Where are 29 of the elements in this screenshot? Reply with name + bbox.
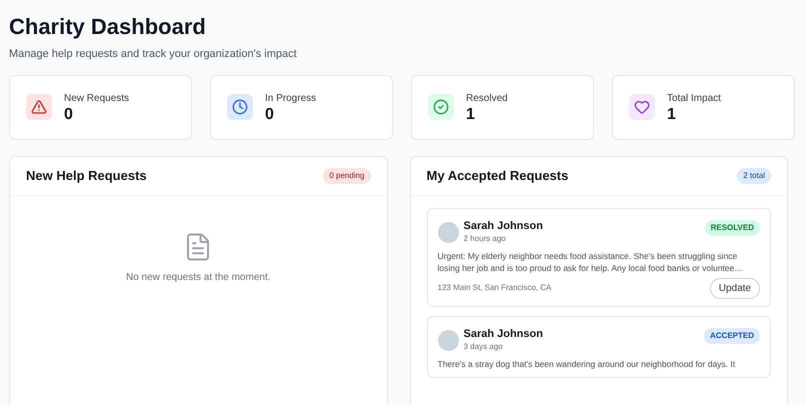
stat-value: 1 <box>667 106 677 124</box>
stat-label: Resolved <box>466 92 508 106</box>
pending-count: 0 pending <box>323 168 370 184</box>
stat-label: Total Impact <box>667 92 721 106</box>
clock-icon <box>227 94 253 120</box>
status-badge: ACCEPTED <box>704 328 760 344</box>
update-button[interactable]: Update <box>710 278 760 298</box>
requester-name: Sarah Johnson <box>464 220 543 232</box>
avatar <box>438 330 458 350</box>
avatar <box>438 222 458 242</box>
stat-value: 0 <box>64 106 74 124</box>
requester-name: Sarah Johnson <box>464 328 543 340</box>
panel-title: My Accepted Requests <box>426 166 568 185</box>
stat-label: In Progress <box>265 92 316 106</box>
warning-icon <box>26 94 52 120</box>
panel-title: New Help Requests <box>26 166 147 185</box>
request-location: 123 Main St, San Francisco, CA <box>438 282 552 294</box>
page-title: Charity Dashboard <box>9 14 207 40</box>
total-count: 2 total <box>737 168 771 184</box>
stat-label: New Requests <box>64 92 130 106</box>
stat-value: 1 <box>466 106 476 124</box>
request-description: There's a stray dog that's been wandering around our neighborhood for days. It <box>438 358 736 370</box>
status-badge: RESOLVED <box>704 220 760 236</box>
request-time: 3 days ago <box>464 340 504 352</box>
page-subtitle: Manage help requests and track your organization's impact <box>9 47 298 62</box>
stat-value: 0 <box>265 106 275 124</box>
request-description: Urgent: My elderly neighbor needs food assistance. She's been struggling since losing her job and is too proud to ask for help. Any local food banks or voluntee… <box>438 250 744 274</box>
request-time: 2 hours ago <box>464 232 507 244</box>
empty-message: No new requests at the moment. <box>126 270 271 284</box>
